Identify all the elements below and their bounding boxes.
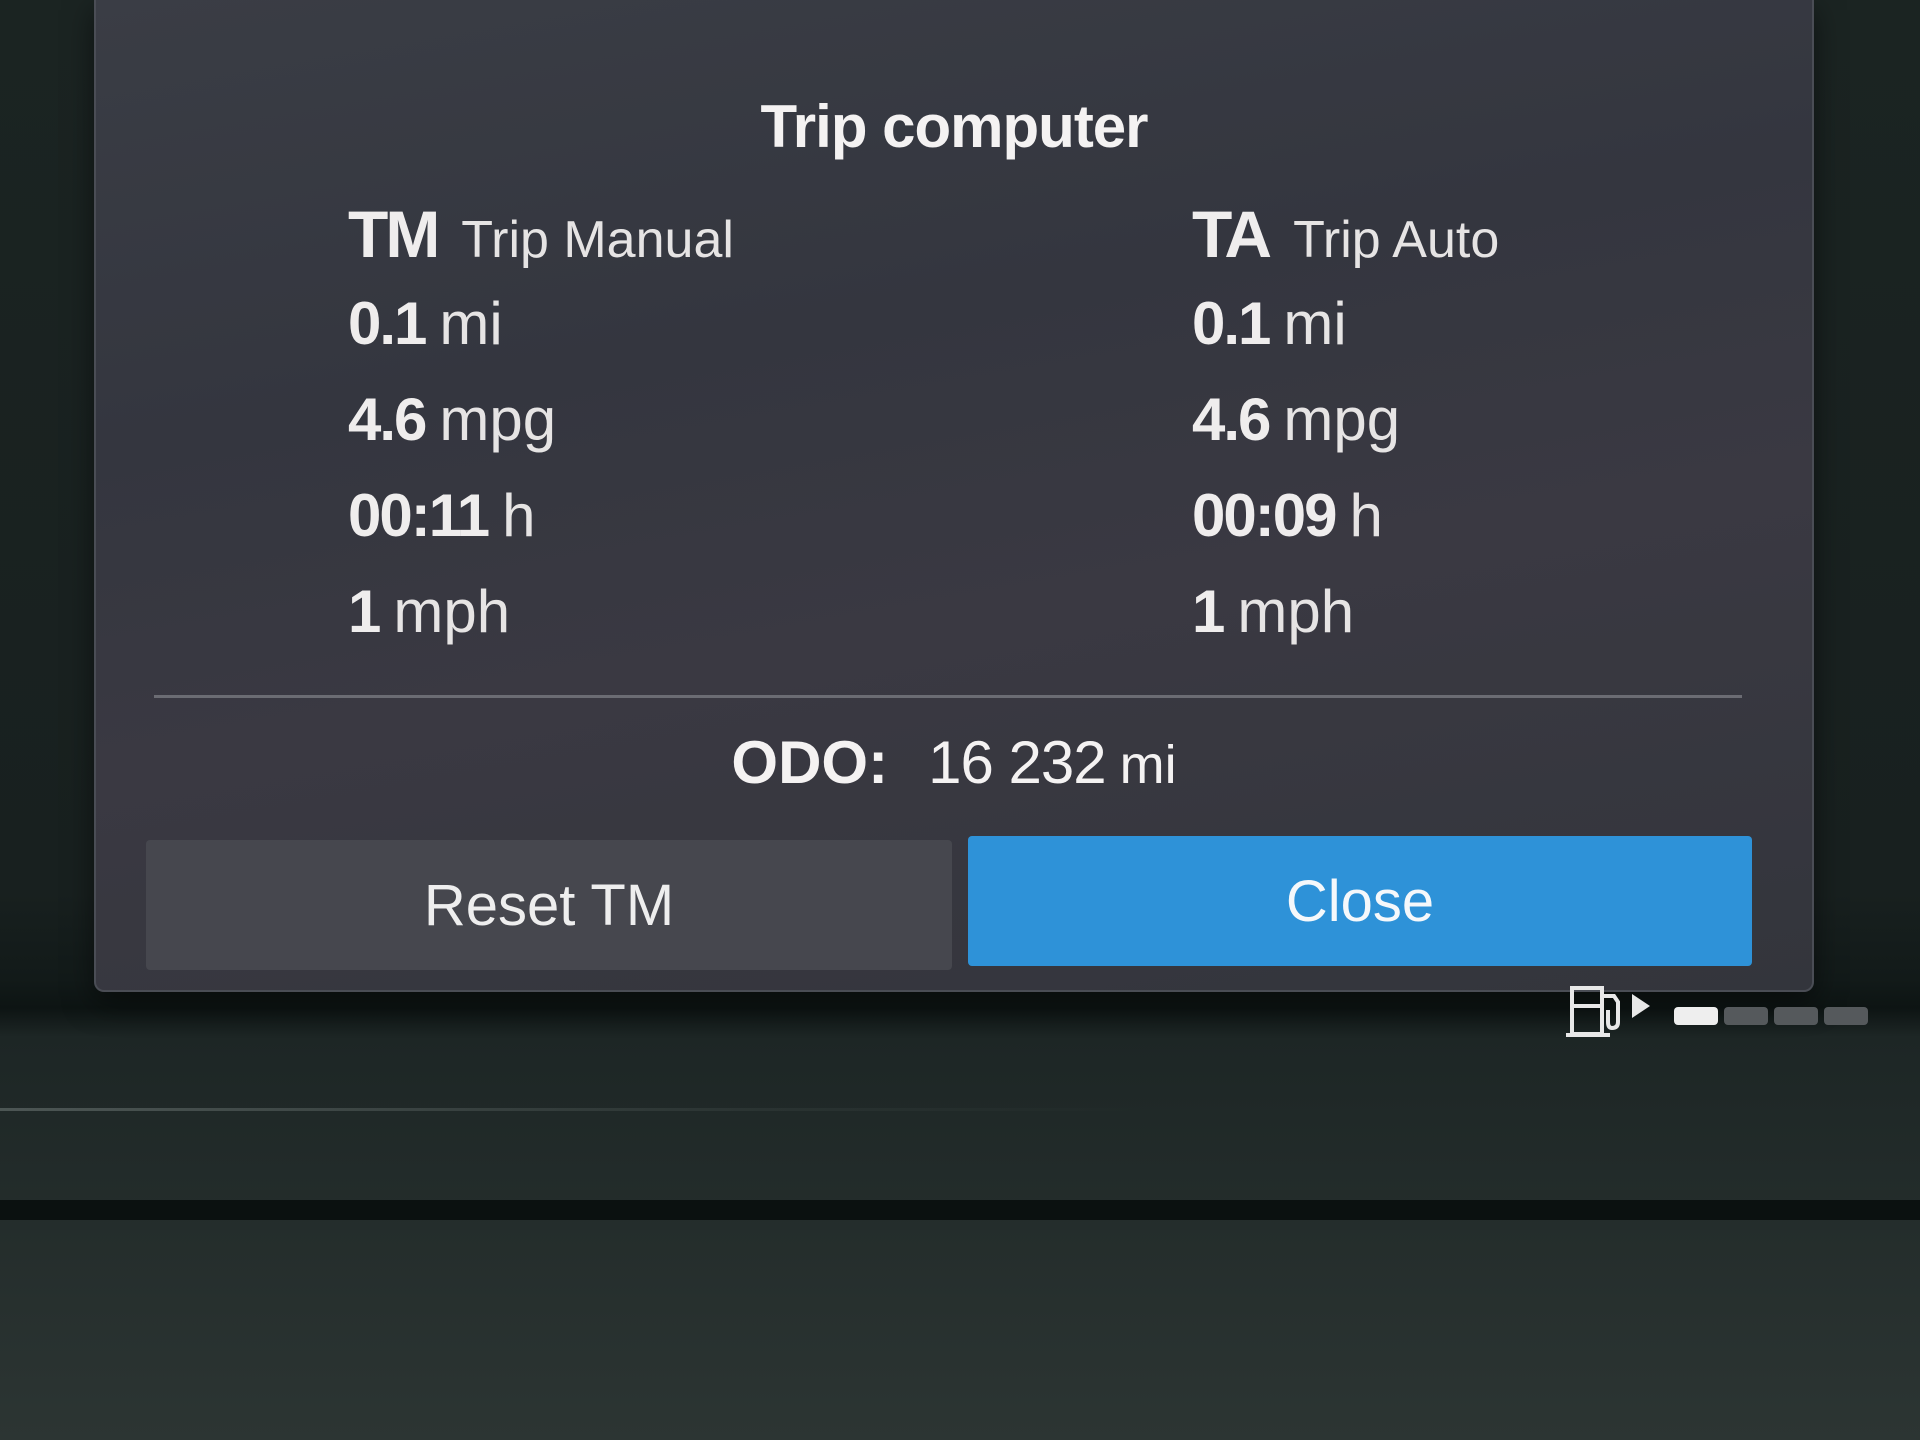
trip-manual-distance: 0.1 mi [348,276,734,372]
trip-auto-abbr: TA [1192,197,1272,271]
trip-manual-consumption-value: 4.6 [348,386,427,453]
dialog-title: Trip computer [760,93,1148,160]
trip-auto-speed-value: 1 [1192,578,1225,645]
fuel-level-gauge [1674,1007,1868,1025]
trip-auto-distance-value: 0.1 [1192,290,1271,357]
trip-auto-time-unit: h [1349,482,1383,549]
trip-auto-speed: 1 mph [1192,564,1499,660]
trip-manual-column: TM Trip Manual 0.1 mi 4.6 mpg 00:11 h 1 mph [348,196,734,660]
screen-bezel [0,1200,1920,1220]
close-button[interactable]: Close [968,836,1752,966]
trip-auto-consumption: 4.6 mpg [1192,372,1499,468]
trip-manual-distance-unit: mi [439,290,503,357]
fuel-gauge-segment [1774,1007,1818,1025]
odometer: ODO: 16 232 mi [96,728,1812,797]
trip-manual-speed-unit: mph [393,578,511,645]
trip-auto-distance-unit: mi [1283,290,1347,357]
trip-manual-time: 00:11 h [348,468,734,564]
trip-manual-abbr: TM [348,197,440,271]
trip-auto-header: TA Trip Auto [1192,196,1499,276]
trip-manual-consumption-unit: mpg [439,386,557,453]
trip-auto-time-value: 00:09 [1192,482,1337,549]
trip-manual-header: TM Trip Manual [348,196,734,276]
trip-auto-column: TA Trip Auto 0.1 mi 4.6 mpg 00:09 h 1 mph [1192,196,1499,660]
trip-auto-speed-unit: mph [1237,578,1355,645]
reset-tm-button[interactable]: Reset TM [146,840,952,970]
fuel-gauge-segment [1724,1007,1768,1025]
odometer-value: 16 232 [928,729,1107,796]
fuel-gauge-segment [1824,1007,1868,1025]
trip-auto-consumption-unit: mpg [1283,386,1401,453]
trip-auto-name: Trip Auto [1293,211,1500,269]
trip-manual-distance-value: 0.1 [348,290,427,357]
trip-manual-speed: 1 mph [348,564,734,660]
trip-manual-time-unit: h [502,482,536,549]
trip-auto-consumption-value: 4.6 [1192,386,1271,453]
fuel-pump-icon [1566,986,1650,1037]
section-divider [154,695,1742,698]
trip-auto-distance: 0.1 mi [1192,276,1499,372]
trip-manual-consumption: 4.6 mpg [348,372,734,468]
fuel-gauge-segment [1674,1007,1718,1025]
trip-manual-name: Trip Manual [461,211,734,269]
odometer-unit: mi [1119,735,1177,795]
trip-manual-time-value: 00:11 [348,482,490,549]
trip-manual-speed-value: 1 [348,578,381,645]
odometer-label: ODO: [731,729,889,796]
trip-computer-dialog: Trip computer TM Trip Manual 0.1 mi 4.6 mp… [94,0,1814,992]
trip-auto-time: 00:09 h [1192,468,1499,564]
screen-reflection [0,1108,1920,1111]
